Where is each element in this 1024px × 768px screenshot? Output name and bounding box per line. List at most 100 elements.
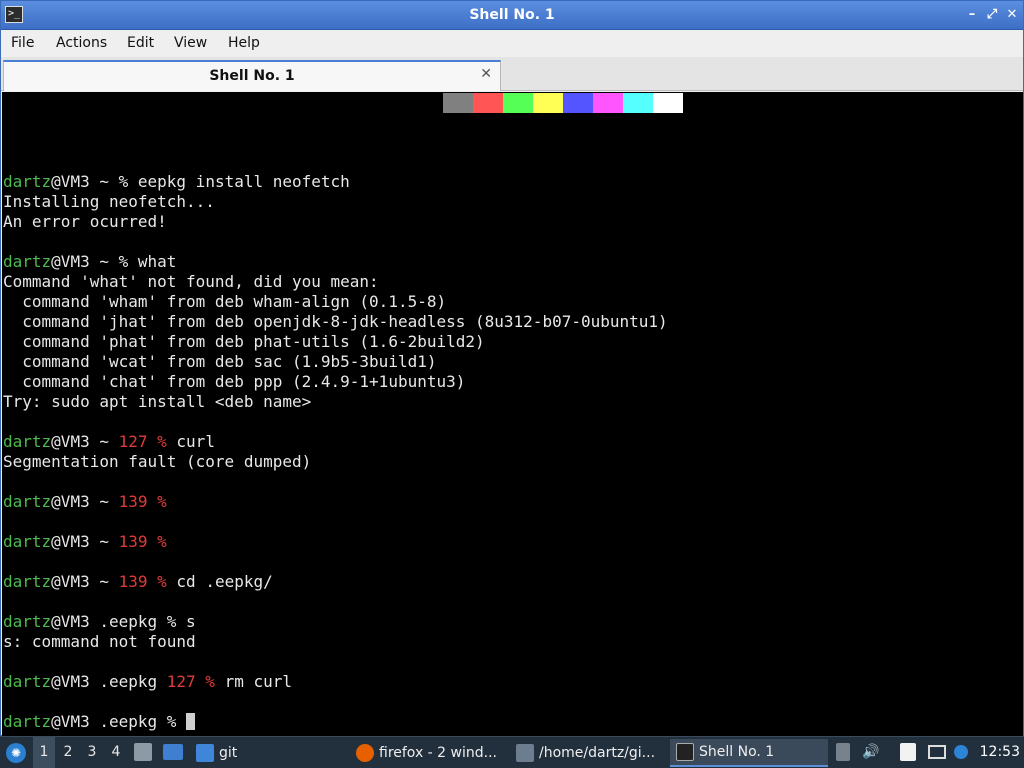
workspace-1[interactable]: 1 bbox=[33, 737, 55, 768]
output-text: command 'wham' from deb wham-align (0.1.… bbox=[3, 292, 447, 311]
start-menu-button[interactable]: ✺ bbox=[6, 737, 28, 768]
palette-swatch bbox=[623, 93, 653, 113]
menu-edit[interactable]: Edit bbox=[127, 35, 154, 51]
prompt-exit-code: 127 bbox=[166, 672, 206, 691]
task-shell[interactable]: Shell No. 1 bbox=[670, 739, 828, 767]
prompt-dir: ~ bbox=[89, 432, 119, 451]
menu-view[interactable]: View bbox=[174, 35, 207, 51]
command-text: rm curl bbox=[214, 672, 292, 691]
prompt-exit-code: 139 bbox=[118, 532, 158, 551]
terminal-line: command 'chat' from deb ppp (2.4.9-1+1ub… bbox=[3, 372, 668, 392]
terminal-line: dartz@VM3 .eepkg % s bbox=[3, 612, 668, 632]
prompt-symbol: % bbox=[166, 612, 177, 631]
prompt-symbol: % bbox=[166, 712, 177, 731]
terminal-line: Segmentation fault (core dumped) bbox=[3, 452, 668, 472]
prompt-user: dartz bbox=[3, 712, 52, 731]
prompt-symbol: % bbox=[157, 572, 167, 591]
prompt-symbol: % bbox=[157, 432, 167, 451]
output-text: An error ocurred! bbox=[3, 212, 167, 231]
menu-file[interactable]: File bbox=[11, 35, 34, 51]
folder-launcher-label: git bbox=[219, 745, 238, 761]
minimize-icon[interactable]: – bbox=[963, 6, 981, 24]
terminal-cursor bbox=[186, 713, 196, 730]
command-text: eepkg install neofetch bbox=[128, 172, 350, 191]
tab-bar: Shell No. 1 ✕ bbox=[1, 57, 1023, 91]
command-text: curl bbox=[166, 432, 215, 451]
tray-app-icon[interactable] bbox=[836, 743, 850, 761]
maximize-icon[interactable]: ⤢ bbox=[983, 6, 1001, 24]
prompt-dir: .eepkg bbox=[89, 672, 167, 691]
command-text: s bbox=[176, 612, 196, 631]
workspace-2[interactable]: 2 bbox=[57, 737, 79, 768]
prompt-symbol: % bbox=[205, 672, 215, 691]
title-bar[interactable]: >_ Shell No. 1 – ⤢ ✕ bbox=[1, 1, 1023, 30]
text-editor-icon bbox=[516, 744, 534, 762]
network-icon[interactable] bbox=[928, 745, 946, 759]
taskbar: ✺ 1 2 3 4 git firefox - 2 wind... /home/… bbox=[0, 736, 1024, 768]
tab-close-icon[interactable]: ✕ bbox=[480, 66, 492, 82]
prompt-user: dartz bbox=[3, 432, 52, 451]
volume-icon[interactable]: 🔊 bbox=[862, 743, 880, 761]
prompt-host: @VM3 bbox=[51, 172, 90, 191]
prompt-host: @VM3 bbox=[51, 252, 90, 271]
output-text: command 'jhat' from deb openjdk-8-jdk-he… bbox=[3, 312, 668, 331]
output-text: Segmentation fault (core dumped) bbox=[3, 452, 312, 471]
folder-icon bbox=[196, 744, 214, 762]
clipboard-icon[interactable] bbox=[900, 743, 916, 761]
prompt-dir: ~ bbox=[89, 492, 119, 511]
prompt-user: dartz bbox=[3, 612, 52, 631]
prompt-dir: ~ bbox=[89, 172, 119, 191]
output-text: command 'wcat' from deb sac (1.9b5-3buil… bbox=[3, 352, 437, 371]
prompt-symbol: % bbox=[118, 172, 129, 191]
tab-label: Shell No. 1 bbox=[209, 68, 295, 84]
prompt-host: @VM3 bbox=[51, 612, 90, 631]
tab-shell-1[interactable]: Shell No. 1 ✕ bbox=[3, 60, 501, 91]
terminal-line: Installing neofetch... bbox=[3, 192, 668, 212]
palette-swatch bbox=[473, 93, 503, 113]
terminal-line: dartz@VM3 ~ % what bbox=[3, 252, 668, 272]
prompt-user: dartz bbox=[3, 172, 52, 191]
workspace-3[interactable]: 3 bbox=[81, 737, 103, 768]
prompt-host: @VM3 bbox=[51, 572, 90, 591]
terminal-line: dartz@VM3 .eepkg % bbox=[3, 712, 668, 732]
show-desktop-icon[interactable] bbox=[163, 744, 183, 760]
terminal-area[interactable]: dartz@VM3 ~ % eepkg install neofetch Inst… bbox=[2, 92, 1023, 736]
color-palette bbox=[443, 93, 683, 113]
terminal-line: dartz@VM3 ~ 139 % bbox=[3, 532, 668, 552]
terminal-line: dartz@VM3 ~ 139 % cd .eepkg/ bbox=[3, 572, 668, 592]
folder-launcher-git[interactable]: git bbox=[190, 739, 260, 767]
prompt-user: dartz bbox=[3, 252, 52, 271]
prompt-exit-code: 139 bbox=[118, 572, 158, 591]
terminal-line: dartz@VM3 .eepkg 127 % rm curl bbox=[3, 672, 668, 692]
command-text bbox=[176, 712, 186, 731]
terminal-line: Command 'what' not found, did you mean: bbox=[3, 272, 668, 292]
terminal-output: dartz@VM3 ~ % eepkg install neofetch Inst… bbox=[3, 172, 668, 732]
close-icon[interactable]: ✕ bbox=[1003, 6, 1021, 24]
command-text: what bbox=[128, 252, 177, 271]
task-text-editor[interactable]: /home/dartz/gi... bbox=[510, 739, 664, 767]
firefox-icon bbox=[356, 744, 374, 762]
menu-actions[interactable]: Actions bbox=[56, 35, 107, 51]
menu-help[interactable]: Help bbox=[228, 35, 260, 51]
terminal-line: command 'wcat' from deb sac (1.9b5-3buil… bbox=[3, 352, 668, 372]
task-text-editor-label: /home/dartz/gi... bbox=[539, 745, 656, 761]
palette-swatch bbox=[653, 93, 683, 113]
terminal-icon bbox=[676, 743, 694, 761]
clock[interactable]: 12:53 bbox=[980, 737, 1020, 768]
prompt-dir: ~ bbox=[89, 532, 119, 551]
bluetooth-icon[interactable] bbox=[954, 745, 968, 759]
terminal-line: dartz@VM3 ~ 139 % bbox=[3, 492, 668, 512]
output-text: Command 'what' not found, did you mean: bbox=[3, 272, 379, 291]
task-firefox[interactable]: firefox - 2 wind... bbox=[350, 739, 504, 767]
file-manager-launcher-icon[interactable] bbox=[134, 743, 152, 761]
workspace-4[interactable]: 4 bbox=[105, 737, 127, 768]
terminal-line: An error ocurred! bbox=[3, 212, 668, 232]
window-title: Shell No. 1 bbox=[469, 7, 555, 23]
prompt-user: dartz bbox=[3, 672, 52, 691]
output-text: Installing neofetch... bbox=[3, 192, 215, 211]
palette-swatch bbox=[563, 93, 593, 113]
prompt-dir: .eepkg bbox=[89, 712, 167, 731]
